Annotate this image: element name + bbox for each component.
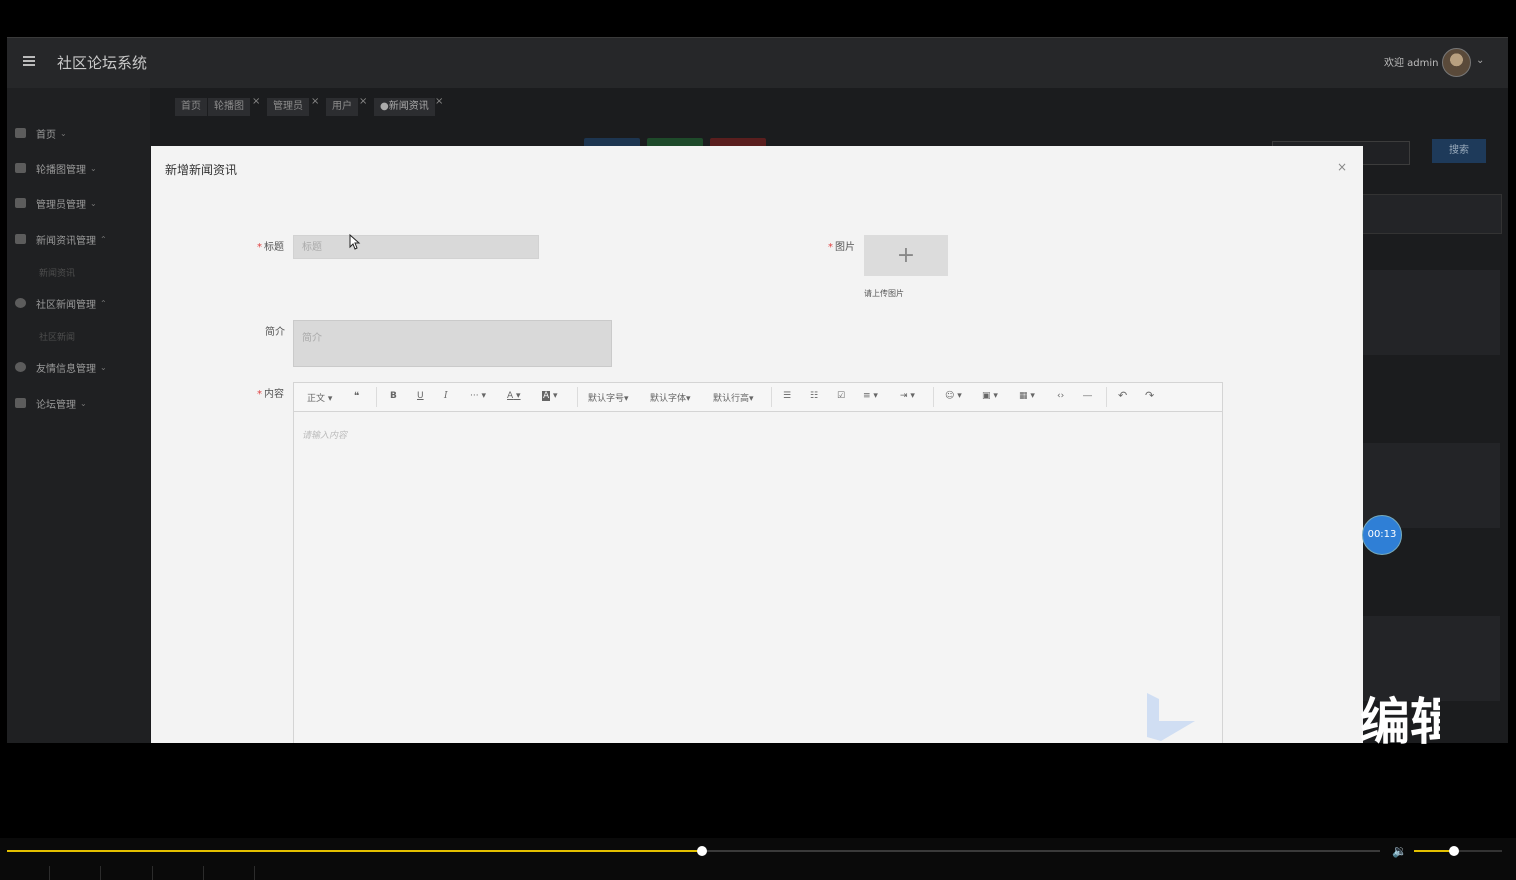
forum-icon — [15, 398, 26, 408]
close-icon[interactable]: × — [1337, 160, 1347, 174]
todo-icon[interactable]: ☑ — [837, 391, 845, 401]
tab-carousel[interactable]: 轮播图 — [208, 98, 250, 116]
community-icon — [15, 298, 26, 308]
code-icon[interactable]: ‹› — [1057, 391, 1064, 401]
close-icon[interactable]: × — [435, 96, 443, 107]
volume-icon[interactable]: 🔉 — [1392, 844, 1407, 858]
background-color-icon[interactable]: A ▾ — [542, 391, 558, 401]
admin-icon — [15, 198, 26, 208]
insert-image-icon[interactable]: ▣ ▾ — [982, 391, 998, 401]
sidebar-item-community[interactable]: 社区新闻管理 ⌃ — [15, 293, 107, 313]
sidebar-item-links[interactable]: 友情信息管理 ⌄ — [15, 357, 107, 377]
tab-user[interactable]: 用户 — [326, 98, 358, 116]
emoji-icon[interactable]: ☺ ▾ — [945, 391, 962, 401]
sidebar-item-carousel[interactable]: 轮播图管理 ⌄ — [15, 158, 97, 178]
mouse-cursor-icon — [349, 234, 361, 250]
close-icon[interactable]: × — [252, 96, 260, 107]
sidebar-item-home[interactable]: 首页 ⌄ — [15, 123, 67, 143]
chevron-down-icon: ⌄ — [60, 128, 67, 138]
plus-icon: + — [896, 243, 916, 268]
sidebar-item-admin[interactable]: 管理员管理 ⌄ — [15, 193, 97, 213]
volume-fill — [1414, 850, 1454, 852]
italic-icon[interactable]: I — [444, 391, 448, 401]
chevron-down-icon[interactable]: ⌄ — [1476, 55, 1484, 66]
summary-field[interactable]: 简介 — [293, 320, 612, 367]
paragraph-select[interactable]: 正文 ▾ — [307, 391, 332, 404]
search-button[interactable]: 搜索 — [1432, 139, 1486, 163]
table-row — [1360, 270, 1500, 355]
progress-handle[interactable] — [696, 846, 707, 856]
numbered-list-icon[interactable]: ☷ — [810, 391, 818, 401]
align-icon[interactable]: ≡ ▾ — [863, 391, 878, 401]
redo-icon[interactable]: ↷ — [1145, 389, 1154, 402]
dialog-title: 新增新闻资讯 — [165, 163, 238, 177]
close-icon[interactable]: × — [359, 96, 367, 107]
app-title: 社区论坛系统 — [57, 54, 148, 72]
upload-hint: 请上传图片 — [864, 289, 904, 298]
more-icon[interactable]: ··· ▾ — [470, 391, 486, 401]
font-family-select[interactable]: 默认字体▾ — [650, 391, 691, 404]
welcome-text: 欢迎 admin — [1384, 58, 1439, 69]
progress-fill — [7, 850, 702, 852]
home-icon — [15, 128, 26, 138]
divider-icon[interactable]: ― — [1083, 391, 1092, 401]
volume-slider[interactable] — [1414, 846, 1502, 856]
summary-label: 简介 — [265, 327, 285, 338]
quote-icon[interactable]: ❝ — [354, 391, 359, 402]
tab-admin[interactable]: 管理员 — [267, 98, 309, 116]
menu-toggle-icon[interactable] — [23, 56, 35, 66]
table-header — [1360, 194, 1502, 234]
chevron-down-icon: ⌄ — [90, 163, 97, 173]
line-height-select[interactable]: 默认行高▾ — [713, 391, 754, 404]
news-icon — [15, 234, 26, 244]
tab-news[interactable]: ●新闻资讯 — [374, 98, 435, 116]
image-icon — [15, 163, 26, 173]
sidebar: 首页 ⌄ 轮播图管理 ⌄ 管理员管理 ⌄ 新闻资讯管理 ⌃ 新闻资讯 社区新闻管理 ⌃ 社… — [7, 88, 150, 743]
video-player-controls: 🔉 — [0, 838, 1516, 880]
add-news-dialog: 新增新闻资讯 × * 标题 标题 * 图片 + 请上传图片 简介 简介 * 内容 正文… — [151, 146, 1363, 743]
chevron-down-icon: ⌄ — [100, 362, 107, 372]
link-icon — [15, 362, 26, 372]
editor-toolbar: 正文 ▾ ❝ B U I ··· ▾ A ▾ A ▾ 默认字号▾ 默认字体▾ 默… — [294, 383, 1222, 412]
sidebar-subitem-news[interactable]: 新闻资讯 — [39, 266, 75, 279]
tab-home[interactable]: 首页 — [175, 98, 207, 116]
underline-icon[interactable]: U — [417, 391, 424, 401]
close-icon[interactable]: × — [311, 96, 319, 107]
volume-handle[interactable] — [1448, 846, 1459, 856]
sidebar-subitem-community[interactable]: 社区新闻 — [39, 330, 75, 343]
video-subtitle: 编辑 — [1360, 693, 1440, 751]
title-field[interactable]: 标题 — [293, 235, 539, 259]
rich-text-editor: 正文 ▾ ❝ B U I ··· ▾ A ▾ A ▾ 默认字号▾ 默认字体▾ 默… — [293, 382, 1223, 743]
table-icon[interactable]: ▦ ▾ — [1019, 391, 1035, 401]
image-label: * 图片 — [828, 242, 855, 253]
bullet-list-icon[interactable]: ☰ — [783, 391, 791, 401]
undo-icon[interactable]: ↶ — [1118, 389, 1127, 402]
watermark-logo-icon — [1147, 693, 1195, 741]
bold-icon[interactable]: B — [390, 391, 397, 401]
editor-content-area[interactable]: 请输入内容 — [302, 428, 347, 441]
content-label: * 内容 — [257, 389, 284, 400]
font-color-icon[interactable]: A ▾ — [507, 391, 521, 401]
chevron-down-icon: ⌄ — [90, 198, 97, 208]
chevron-up-icon: ⌃ — [100, 298, 107, 308]
image-upload-button[interactable]: + — [864, 235, 948, 276]
recording-timer: 00:13 — [1362, 515, 1402, 555]
indent-icon[interactable]: ⇥ ▾ — [900, 391, 915, 401]
top-bar: 社区论坛系统 欢迎 admin ⌄ — [7, 38, 1508, 88]
chevron-up-icon: ⌃ — [100, 234, 107, 244]
sidebar-item-news[interactable]: 新闻资讯管理 ⌃ — [15, 229, 107, 249]
sidebar-item-forum[interactable]: 论坛管理 ⌄ — [15, 393, 87, 413]
font-size-select[interactable]: 默认字号▾ — [588, 391, 629, 404]
avatar[interactable] — [1442, 48, 1471, 77]
title-label: * 标题 — [257, 242, 284, 253]
progress-bar[interactable] — [7, 846, 1380, 856]
chevron-down-icon: ⌄ — [80, 398, 87, 408]
